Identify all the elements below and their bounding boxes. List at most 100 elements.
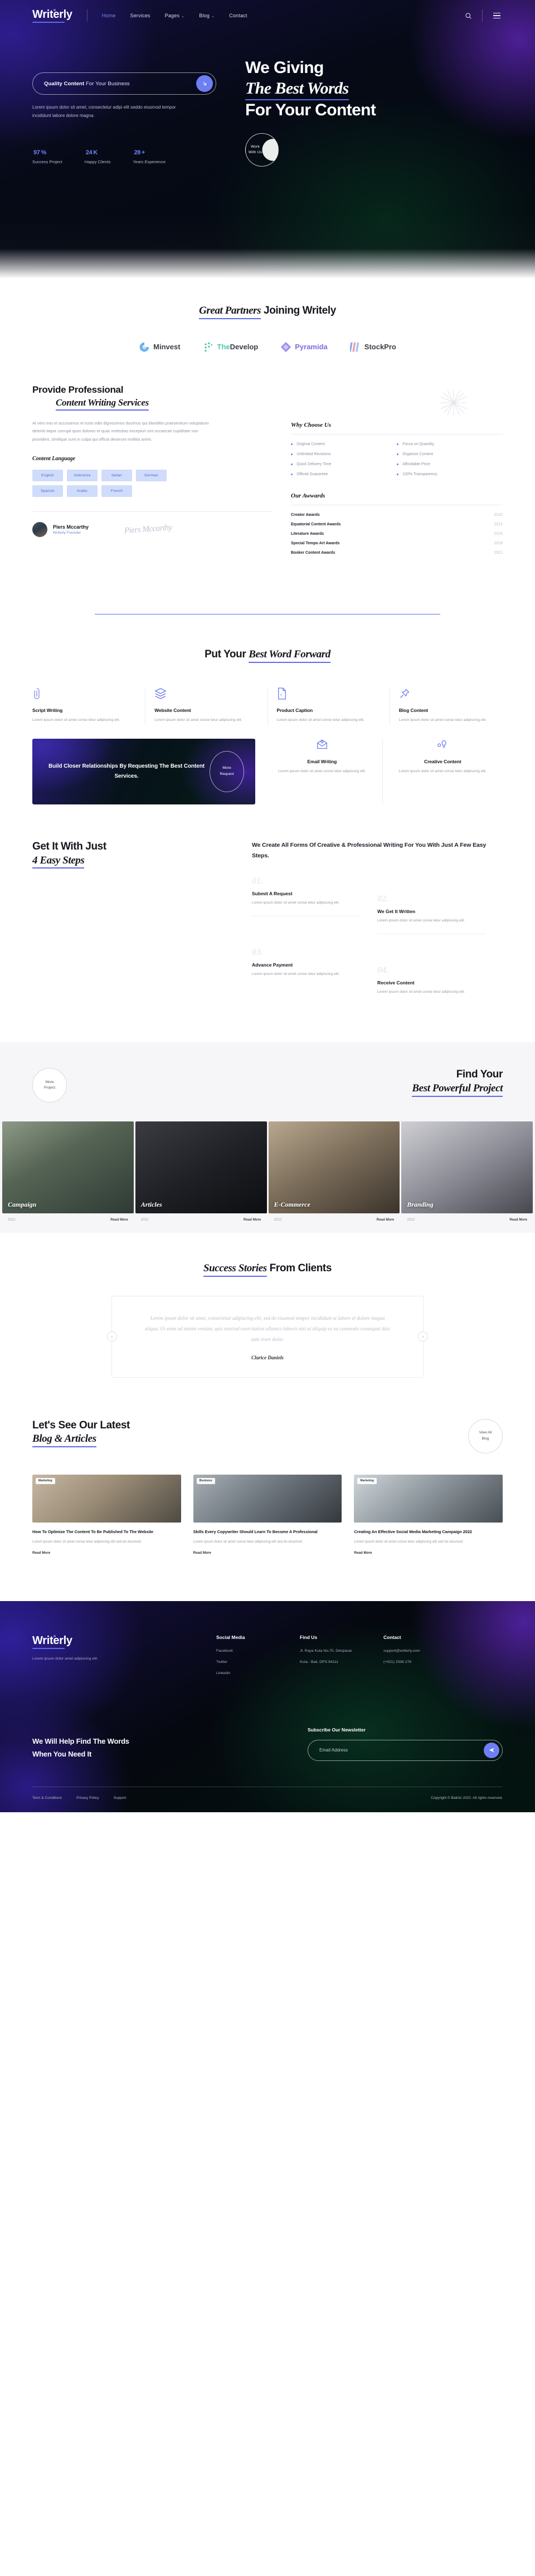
language-chip[interactable]: Indonesia	[67, 470, 98, 482]
language-chip[interactable]: English	[32, 470, 63, 482]
blog-read-more[interactable]: Read More	[193, 1551, 211, 1555]
stat-unit: +	[141, 149, 145, 156]
blog-thumbnail: Business	[193, 1474, 342, 1523]
hero-search-field[interactable]: Quality Content For Your Business	[32, 72, 216, 95]
email-field[interactable]	[319, 1748, 484, 1753]
project-read-more[interactable]: Read More	[509, 1218, 527, 1222]
project-card-ecommerce[interactable]: E-Commerce 2022 Read More	[268, 1121, 400, 1233]
partner-pyramida[interactable]: Pyramida	[280, 341, 328, 353]
founder-block: Piers Mccarthy Writerly Founder Piers Mc…	[32, 511, 272, 538]
footer-link-facebook[interactable]: Facebook	[216, 1649, 300, 1653]
brand-logo[interactable]: Writerly	[32, 8, 72, 23]
project-card-campaign[interactable]: Campaign 2021 Read More	[2, 1121, 134, 1233]
why-item-label: Unlimited Revisions	[296, 452, 331, 456]
stat-happy-clients: 24 K Happy Clients	[85, 145, 111, 164]
hamburger-icon[interactable]	[490, 9, 503, 22]
partner-name: Minvest	[153, 343, 181, 352]
blog-post-title: Creating An Effective Social Media Marke…	[354, 1529, 472, 1534]
nav-item-services[interactable]: Services	[130, 13, 150, 18]
partner-stockpro[interactable]: StockPro	[349, 341, 396, 353]
footer-support-link[interactable]: Support	[114, 1796, 127, 1800]
service-description: Lorem ipsum dolor sit amet conse tetur a…	[398, 718, 487, 722]
services-intro-title: Provide Professional Content Writing Ser…	[32, 384, 272, 411]
nav-item-contact[interactable]: Contact	[229, 13, 247, 18]
view-all-line1: View All	[479, 1431, 492, 1435]
service-description: Lorem ipsum dolor sit amet conse tetur a…	[276, 718, 364, 722]
award-name: Special Tempo Art Awards	[291, 541, 340, 545]
work-with-us-badge[interactable]: Work With Us	[245, 133, 279, 167]
partner-minvest[interactable]: Minvest	[139, 341, 181, 353]
partner-name: StockPro	[364, 343, 396, 352]
projects-section: More Project Find Your Best Powerful Proj…	[0, 1042, 535, 1233]
more-project-button[interactable]: More Project	[32, 1068, 67, 1103]
service-card-script-writing[interactable]: Script Writing Lorem ipsum dolor sit ame…	[32, 687, 146, 724]
why-column-2: Focus on Quantity Organize Content Affor…	[397, 442, 503, 482]
nav-actions	[462, 9, 503, 22]
chevron-right-icon[interactable]: ›	[418, 1331, 428, 1342]
footer-privacy-link[interactable]: Privacy Policy	[76, 1796, 99, 1800]
award-year: 2021	[494, 550, 503, 555]
blog-post-description: Lorem ipsum dolor sit amet conse tetur a…	[193, 1540, 303, 1544]
easy-steps-section: Get It With Just 4 Easy Steps We Create …	[0, 804, 535, 1009]
blog-thumbnail: Marketing	[354, 1474, 503, 1523]
project-read-more[interactable]: Read More	[377, 1218, 395, 1222]
project-read-more[interactable]: Read More	[244, 1218, 261, 1222]
hero-search-strong: Quality Content	[44, 80, 85, 87]
stat-unit: %	[41, 149, 46, 156]
blog-read-more[interactable]: Read More	[32, 1551, 50, 1555]
newsletter-form[interactable]	[308, 1739, 503, 1761]
service-card-product-caption[interactable]: € Product Caption Lorem ipsum dolor sit …	[268, 687, 390, 724]
badge-line2: With Us	[248, 150, 262, 154]
send-icon[interactable]	[484, 1742, 499, 1758]
service-card-blog-content[interactable]: Blog Content Lorem ipsum dolor sit amet …	[390, 687, 503, 724]
why-item-label: Affordable Price	[402, 462, 430, 466]
service-card-website-content[interactable]: Website Content Lorem ipsum dolor sit am…	[145, 687, 268, 724]
footer-social-column: Social Media Facebook Twitter Linkedin	[216, 1635, 300, 1682]
service-title: Script Writing	[32, 707, 63, 713]
blog-post-description: Lorem ipsum dolor sit amet conse tetur a…	[354, 1540, 464, 1544]
blog-card-2[interactable]: Business Skills Every Copywriter Should …	[193, 1474, 342, 1557]
project-card-branding[interactable]: Branding 2022 Read More	[401, 1121, 533, 1233]
project-read-more[interactable]: Read More	[110, 1218, 128, 1222]
more-request-button[interactable]: More Request	[210, 750, 244, 792]
footer-social-heading: Social Media	[216, 1634, 245, 1640]
footer-terms-link[interactable]: Term & Conditions	[32, 1796, 62, 1800]
nav-item-pages[interactable]: Pages ⌄	[165, 13, 185, 18]
language-chip[interactable]: German	[136, 470, 167, 482]
footer-link-twitter[interactable]: Twitter	[216, 1660, 300, 1664]
stockpro-logo-icon	[349, 342, 359, 352]
language-chip[interactable]: Italian	[101, 470, 132, 482]
blog-card-3[interactable]: Marketing Creating An Effective Social M…	[354, 1474, 503, 1557]
blog-read-more[interactable]: Read More	[354, 1551, 372, 1555]
footer-email[interactable]: support@writerly.com	[383, 1649, 467, 1653]
blog-card-1[interactable]: Marketing How To Optimize The Content To…	[32, 1474, 181, 1557]
arrow-down-right-icon[interactable]	[196, 75, 213, 92]
footer-logo[interactable]: Writerly	[32, 1635, 216, 1649]
service-card-email-writing[interactable]: Email Writing Lorem ipsum dolor sit amet…	[255, 738, 383, 804]
language-chip[interactable]: French	[101, 485, 132, 497]
partners-title: Great Partners Joining Writely	[32, 304, 503, 319]
services-intro-left: Provide Professional Content Writing Ser…	[32, 384, 272, 560]
bullet-icon	[397, 463, 399, 465]
chevron-left-icon[interactable]: ‹	[107, 1331, 117, 1342]
language-chip[interactable]: Arabic	[67, 485, 98, 497]
nav-item-blog[interactable]: Blog ⌄	[199, 13, 215, 18]
partner-thedevelop[interactable]: TheDevelop	[203, 341, 258, 353]
nav-item-home[interactable]: Home	[102, 13, 116, 18]
search-icon[interactable]	[462, 9, 474, 22]
footer-link-linkedin[interactable]: Linkedin	[216, 1671, 300, 1675]
founder-role: Writerly Founder	[53, 531, 81, 535]
award-year: 2015	[494, 531, 503, 536]
step-description: Lorem ipsum dolor sit amet conse tetur a…	[252, 900, 340, 905]
footer-contact-heading: Contact	[383, 1634, 401, 1640]
page-root: Writerly Home Services Pages ⌄ Blog ⌄ Cont…	[0, 0, 535, 1812]
paperclip-icon	[32, 687, 136, 701]
language-chip[interactable]: Spanish	[32, 485, 63, 497]
footer-cta: We Will Help Find The Words When You Nee…	[32, 1735, 308, 1761]
service-card-creative-content[interactable]: Creative Content Lorem ipsum dolor sit a…	[383, 739, 503, 804]
project-card-articles[interactable]: Articles 2021 Read More	[135, 1121, 267, 1233]
why-item-label: Focus on Quantity	[402, 442, 434, 446]
footer-phone[interactable]: (+021) 2336 278	[383, 1660, 467, 1664]
view-all-blog-button[interactable]: View All Blog	[468, 1418, 503, 1453]
starburst-decoration	[291, 387, 503, 418]
